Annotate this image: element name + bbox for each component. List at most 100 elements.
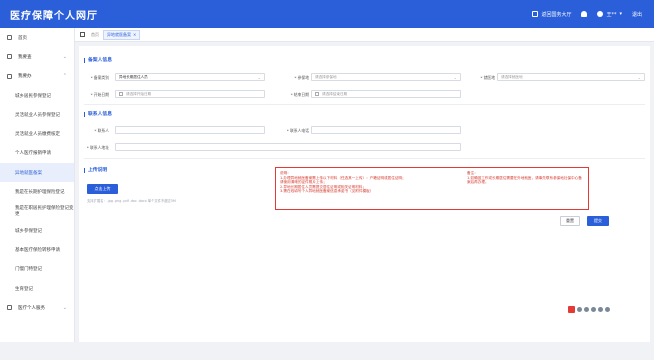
sidebar-item-label: 基本医疗保险转移申请: [15, 247, 60, 253]
search-icon: [7, 54, 12, 60]
sidebar-item[interactable]: 灵活就业人员缴费核定: [0, 124, 74, 143]
label-settle-place: * 就医地: [480, 75, 496, 80]
start-date-picker[interactable]: 请选择开始日期: [115, 90, 265, 98]
label-start-date: * 开始日期: [90, 92, 109, 97]
brand-logo-icon[interactable]: [568, 306, 575, 313]
bottom-strip: [0, 342, 654, 360]
notice-box: 说明： 1.办理异地就医备案需上传以下材料（任选其一上传）：户籍证明或居住证明；…: [275, 167, 589, 210]
chevron-down-icon: ▾: [619, 11, 622, 17]
sidebar-item[interactable]: 异地就医备案: [0, 163, 74, 183]
notice-remarks: 备注： 1.如确因工作或长期居住需要在外地就医，请事先联系参保地社保中心备案后再…: [467, 171, 585, 185]
sidebar-item-label: 我要查: [18, 54, 32, 60]
tab-home[interactable]: 首页: [91, 32, 99, 38]
header-actions: 返回国务大厅 王** ▾ 退出: [532, 11, 654, 18]
user-name: 王**: [606, 11, 617, 18]
sidebar-item[interactable]: 我要查 ⌄: [0, 47, 74, 66]
notice-line: 1.如确因工作或长期居住需要在外地就医，请事先联系参保地社保中心备案后再办理。: [467, 175, 582, 185]
end-date-picker[interactable]: 请选择结束日期: [311, 90, 461, 98]
sidebar-item[interactable]: 城乡参保登记: [0, 221, 74, 240]
sidebar-item-label: 异地就医备案: [15, 170, 42, 176]
section-title-contact: 联系人信息: [84, 112, 112, 117]
divider: [84, 104, 645, 105]
chevron-down-icon: ⌄: [62, 53, 67, 60]
bell-icon[interactable]: [581, 11, 588, 17]
label-end-date: * 结束日期: [290, 92, 309, 97]
app-title: 医疗保障个人网厅: [10, 10, 98, 22]
sidebar-item-label: 个人医疗报销申请: [15, 151, 51, 157]
return-hall-label: 返回国务大厅: [541, 11, 572, 18]
sidebar-item[interactable]: 城乡居民参保登记: [0, 86, 74, 105]
upload-hint: 支持扩展名：.jpg .png .pdf .doc .docx 单个文件不超过5…: [87, 199, 176, 203]
chevron-up-icon: ⌃: [62, 73, 67, 80]
chevron-down-icon: ⌄: [62, 304, 67, 311]
tool-icon[interactable]: [598, 307, 603, 312]
sidebar-item[interactable]: 我是在职居民护理保险登记变更: [0, 202, 74, 221]
sidebar: 首页我要查 ⌄ 我要办 ⌃ 城乡居民参保登记灵活就业人员参保登记 灵活就业人员缴费核定 个人…: [0, 28, 75, 360]
sidebar-item-label: 城乡居民参保登记: [15, 93, 51, 99]
sidebar-item[interactable]: 我是在长期护理保险登记: [0, 182, 74, 201]
sidebar-item-label: 我是在长期护理保险登记: [15, 190, 65, 196]
sidebar-item[interactable]: 门慢门特登记: [0, 260, 74, 279]
top-header: 医疗保障个人网厅 返回国务大厅 王** ▾ 退出: [0, 0, 654, 28]
window-icon: [532, 11, 539, 17]
contact-phone-input[interactable]: [311, 126, 461, 134]
section-title-upload: 上传说明: [84, 168, 107, 173]
record-type-select[interactable]: 异地长期居住人员 ⌄: [115, 73, 265, 81]
floating-toolbar: [568, 306, 610, 313]
notice-description: 说明： 1.办理异地就医备案需上传以下材料（任选其一上传）：户籍证明或居住证明；…: [280, 171, 460, 194]
user-menu[interactable]: 王** ▾: [597, 11, 622, 18]
tool-icon[interactable]: [577, 307, 582, 312]
person-icon: [7, 305, 12, 311]
sidebar-item-label: 我是在职居民护理保险登记变更: [15, 206, 74, 218]
tab-remote-medical-filing[interactable]: 异地就医备案 ×: [103, 29, 141, 40]
sidebar-item-label: 我要办: [18, 74, 32, 80]
insured-place-select[interactable]: 请选择参保地 ⌄: [311, 73, 461, 81]
tool-icon[interactable]: [605, 307, 610, 312]
calendar-icon: [119, 92, 123, 96]
label-insured-place: * 参保地: [294, 75, 310, 80]
sidebar-item[interactable]: 个人医疗报销申请: [0, 144, 74, 163]
sidebar-item[interactable]: 生育登记: [0, 279, 74, 298]
return-hall-link[interactable]: 返回国务大厅: [532, 11, 571, 18]
chevron-down-icon: ⌄: [257, 75, 261, 81]
contact-name-input[interactable]: [115, 126, 265, 134]
tool-icon[interactable]: [591, 307, 596, 312]
sidebar-item-label: 灵活就业人员缴费核定: [15, 132, 60, 138]
sidebar-item[interactable]: 首页: [0, 28, 74, 47]
sidebar-item[interactable]: 我要办 ⌃: [0, 67, 74, 86]
chevron-down-icon: ⌄: [637, 75, 641, 81]
label-record-type: * 备案类别: [90, 75, 109, 80]
divider: [84, 158, 645, 159]
sidebar-item-label: 门慢门特登记: [15, 267, 42, 273]
contact-address-input[interactable]: [115, 143, 461, 151]
reset-button[interactable]: 重置: [560, 216, 580, 226]
label-contact-name: * 联系人: [94, 128, 110, 133]
section-title-applicant: 备案人信息: [84, 58, 112, 63]
menu-collapse-icon[interactable]: [80, 32, 85, 37]
sidebar-item-label: 城乡参保登记: [15, 228, 42, 234]
calendar-icon: [315, 92, 319, 96]
folder-icon: [7, 73, 12, 79]
start-date-placeholder: 请选择开始日期: [126, 91, 152, 96]
label-contact-address: * 联系人地址: [86, 145, 109, 150]
sidebar-item-label: 灵活就业人员参保登记: [15, 112, 60, 118]
home-icon: [7, 35, 12, 41]
tool-icon[interactable]: [584, 307, 589, 312]
label-contact-phone: * 联系人电话: [286, 128, 309, 133]
sidebar-item[interactable]: 基本医疗保险转移申请: [0, 240, 74, 259]
sidebar-item[interactable]: 医疗个人服务 ⌄: [0, 298, 74, 317]
close-icon[interactable]: ×: [133, 32, 136, 37]
logout-link[interactable]: 退出: [632, 11, 642, 18]
sidebar-item-label: 首页: [18, 35, 27, 41]
sidebar-item-label: 生育登记: [15, 286, 33, 292]
submit-button[interactable]: 提交: [587, 216, 609, 226]
settle-place-placeholder: 请选择就医地: [501, 74, 523, 79]
sidebar-item[interactable]: 灵活就业人员参保登记: [0, 105, 74, 124]
user-icon: [597, 11, 604, 17]
notice-line: 3.需在线填写个人异地就医备案信息承诺书（见附件模板）: [280, 189, 374, 194]
record-type-value: 异地长期居住人员: [119, 74, 148, 79]
end-date-placeholder: 请选择结束日期: [322, 91, 348, 96]
upload-button[interactable]: 点击上传: [87, 184, 118, 194]
settle-place-select[interactable]: 请选择就医地 ⌄: [497, 73, 645, 81]
tab-bar: 首页 异地就医备案 ×: [75, 28, 654, 42]
